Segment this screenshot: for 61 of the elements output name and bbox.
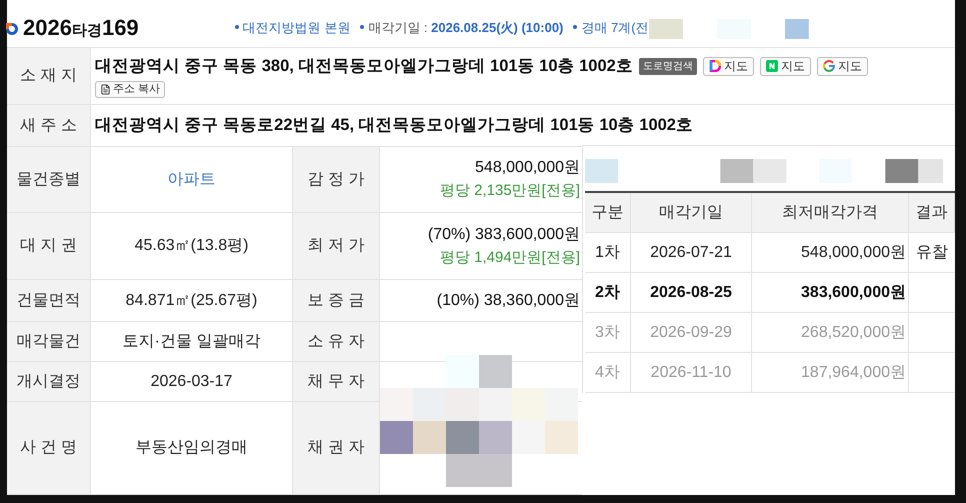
amount-text: 548,000,000원 <box>475 158 580 178</box>
table-cell: 187,964,000원 <box>752 353 909 392</box>
table-cell: 2026-08-25 <box>631 273 752 312</box>
price-per-pyeong: 평당 1,494만원[전용] <box>440 248 580 268</box>
colorful-ring-icon <box>708 60 721 72</box>
info-item: 매각기일 : 2026.08.25(火) (10:00) <box>368 18 564 37</box>
table-cell: 383,600,000원 <box>752 273 909 312</box>
field-label: 감 정 가 <box>293 147 380 213</box>
field-label: 매각물건 <box>7 322 91 362</box>
address-text: 대전광역시 중구 목동로22번길 45, 대전목동모아엘가그랑데 101동 10층 1002호 <box>95 115 693 136</box>
field-label: 새 주 소 <box>7 105 91 147</box>
copy-address-button[interactable]: 주소 복사 <box>95 80 166 98</box>
map-button[interactable]: 지도 <box>816 56 868 76</box>
field-label: 소 재 지 <box>7 48 91 105</box>
field-label: 사 건 명 <box>7 402 91 495</box>
column-header: 구분 <box>585 193 631 232</box>
address-text: 대전광역시 중구 목동 380, 대전목동모아엘가그랑데 101동 10층 1002호 <box>95 56 633 77</box>
field-label: 보 증 금 <box>293 280 380 322</box>
google-g-icon <box>822 60 835 72</box>
field-value: 2026-03-17 <box>150 372 232 392</box>
square-logo-icon <box>766 60 778 72</box>
table-cell: 3차 <box>585 313 631 352</box>
info-item: 대전지방법원 본원 <box>242 18 350 36</box>
table-cell: 4차 <box>585 353 631 392</box>
table-cell: 2026-09-29 <box>631 313 752 352</box>
field-value: 부동산임의경매 <box>136 438 248 458</box>
table-cell: 1차 <box>585 233 631 272</box>
case-number: 2026타경169 <box>23 17 139 39</box>
amount-text: (10%) 38,360,000원 <box>436 290 580 310</box>
field-label: 대 지 권 <box>7 213 91 280</box>
map-button[interactable]: 지도 <box>702 56 754 76</box>
field-label: 개시결정 <box>7 362 91 402</box>
column-header: 최저매각가격 <box>752 193 909 232</box>
column-header: 결과 <box>909 193 955 232</box>
bullet-icon <box>234 25 239 30</box>
field-label: 채 권 자 <box>293 402 380 495</box>
field-value: 토지·건물 일괄매각 <box>122 332 260 352</box>
bullet-icon <box>573 25 578 30</box>
bullet-icon <box>360 25 364 30</box>
field-label: 최 저 가 <box>293 213 380 280</box>
info-item: 경매 7계(전 <box>581 18 649 37</box>
table-cell-text: 유찰 <box>915 242 949 262</box>
column-header: 매각기일 <box>631 193 752 232</box>
table-cell: 548,000,000원 <box>752 233 909 272</box>
table-cell: 268,520,000원 <box>752 313 909 352</box>
table-cell: 2026-11-10 <box>631 353 752 392</box>
logo-icon <box>5 22 19 36</box>
category-link[interactable]: 아파트 <box>168 168 216 192</box>
map-button[interactable]: 지도 <box>760 56 811 76</box>
table-cell: 2026-07-21 <box>631 233 752 272</box>
field-label: 채 무 자 <box>293 362 380 402</box>
amount-text: (70%) 383,600,000원 <box>428 224 580 245</box>
document-icon <box>100 84 111 95</box>
price-per-pyeong: 평당 2,135만원[전용] <box>440 181 580 202</box>
field-label: 물건종별 <box>7 147 91 213</box>
table-cell: 2차 <box>585 273 631 312</box>
road-name-search-button[interactable]: 도로명검색 <box>638 58 697 75</box>
field-value: 45.63㎡(13.8평) <box>134 236 248 256</box>
field-value: 84.871㎡(25.67평) <box>126 290 258 310</box>
field-label: 소 유 자 <box>293 322 380 362</box>
field-label: 건물면적 <box>7 280 91 322</box>
